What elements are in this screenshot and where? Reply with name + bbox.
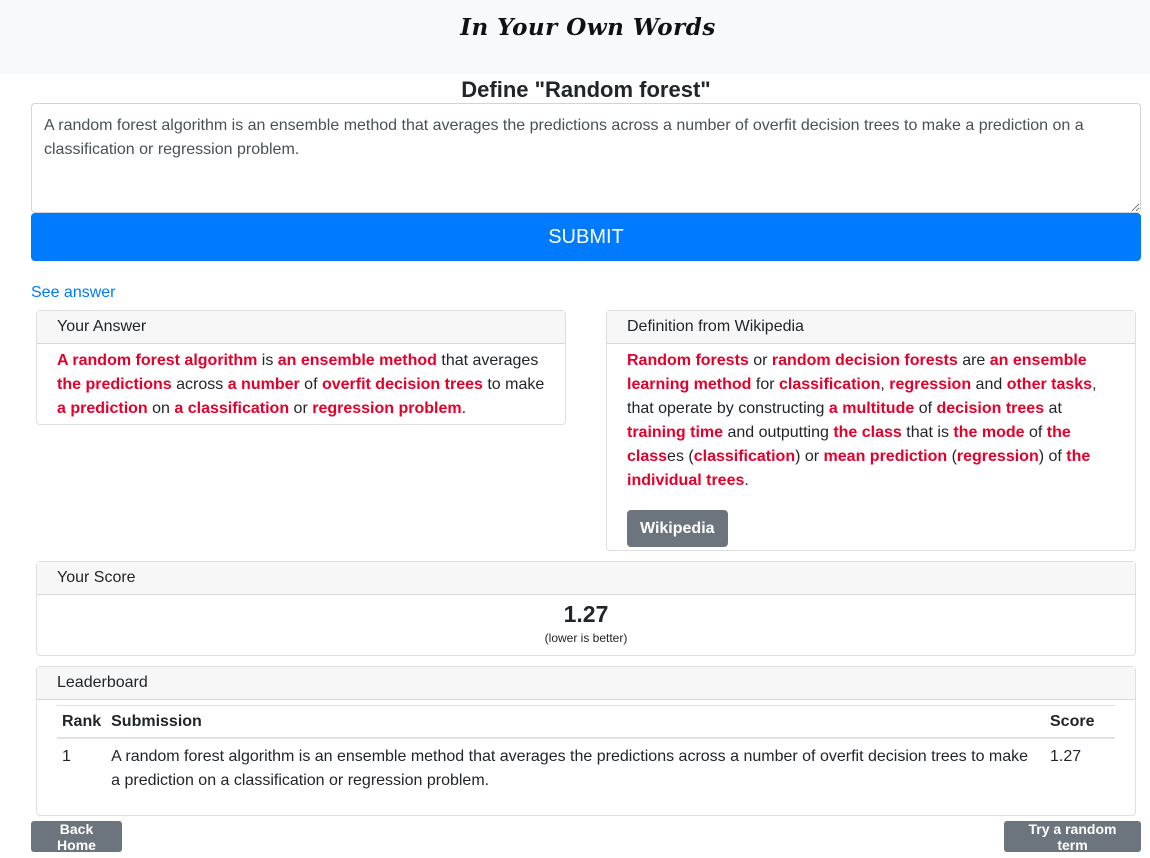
matched-phrase: mean prediction xyxy=(823,448,948,465)
score-card: Your Score 1.27 (lower is better) xyxy=(36,561,1136,656)
score-value: 1.27 xyxy=(563,601,609,627)
score-note: (lower is better) xyxy=(544,631,628,645)
plain-text: for xyxy=(751,376,780,393)
plain-text: ( xyxy=(947,448,957,465)
table-row: 1 A random forest algorithm is an ensemb… xyxy=(57,738,1115,799)
plain-text: or xyxy=(748,352,772,369)
matched-phrase: overfit decision trees xyxy=(321,376,483,393)
score-header: Your Score xyxy=(37,562,1135,595)
matched-phrase: the mode xyxy=(953,424,1025,441)
random-term-button[interactable]: Try a random term xyxy=(1004,821,1141,853)
row-score: 1.27 xyxy=(1050,748,1082,765)
plain-text: across xyxy=(171,376,228,393)
navbar: In Your Own Words xyxy=(0,0,1150,74)
see-answer-link[interactable]: See answer xyxy=(31,284,116,302)
definition-input[interactable]: A random forest algorithm is an ensemble… xyxy=(31,103,1141,213)
matched-phrase: an ensemble method xyxy=(277,352,437,369)
plain-text: of xyxy=(1024,424,1047,441)
column-header-score: Score xyxy=(1045,705,1115,739)
your-answer-card: Your Answer A random forest algorithm is… xyxy=(36,310,566,425)
matched-phrase: classification xyxy=(779,376,881,393)
matched-phrase: the predictions xyxy=(57,376,172,393)
plain-text: and outputting xyxy=(723,424,834,441)
leaderboard-card: Leaderboard Rank Submission Score 1 A ra… xyxy=(36,666,1136,816)
matched-phrase: decision trees xyxy=(936,400,1045,417)
plain-text: ) of xyxy=(1038,448,1067,465)
wikipedia-body: Random forests or random decision forest… xyxy=(607,344,1135,547)
plain-text: . xyxy=(461,400,467,417)
plain-text: or xyxy=(289,400,313,417)
matched-phrase: regression xyxy=(956,448,1039,465)
leaderboard-header-row: Rank Submission Score xyxy=(57,705,1115,739)
matched-phrase: a multitude xyxy=(828,400,915,417)
plain-text: . xyxy=(744,472,749,489)
plain-text: that averages xyxy=(436,352,539,369)
plain-text: on xyxy=(147,400,175,417)
plain-text: is xyxy=(257,352,278,369)
matched-phrase: regression problem xyxy=(312,400,462,417)
plain-text: es ( xyxy=(667,448,694,465)
matched-phrase: A random forest algorithm xyxy=(57,352,258,369)
plain-text: that is xyxy=(901,424,954,441)
back-home-button[interactable]: Back Home xyxy=(31,821,122,853)
page-title: Define "Random forest" xyxy=(461,77,711,102)
wikipedia-header: Definition from Wikipedia xyxy=(607,311,1135,344)
plain-text: ) or xyxy=(795,448,824,465)
matched-phrase: a classification xyxy=(174,400,290,417)
leaderboard-table: Rank Submission Score 1 A random forest … xyxy=(57,705,1115,799)
plain-text: and xyxy=(971,376,1007,393)
your-answer-header: Your Answer xyxy=(37,311,565,344)
row-submission: A random forest algorithm is an ensemble… xyxy=(111,748,1029,789)
plain-text: at xyxy=(1044,400,1062,417)
plain-text: of xyxy=(914,400,937,417)
submit-button[interactable]: SUBMIT xyxy=(31,213,1141,261)
leaderboard-header: Leaderboard xyxy=(37,667,1135,700)
column-header-submission: Submission xyxy=(106,705,1045,739)
matched-phrase: regression xyxy=(889,376,972,393)
matched-phrase: a prediction xyxy=(57,400,148,417)
matched-phrase: Random forests xyxy=(627,352,749,369)
wikipedia-definition-text: Random forests or random decision forest… xyxy=(627,349,1115,493)
your-answer-text: A random forest algorithm is an ensemble… xyxy=(37,344,565,421)
plain-text: of xyxy=(299,376,322,393)
matched-phrase: a number xyxy=(227,376,300,393)
column-header-rank: Rank xyxy=(57,705,107,739)
matched-phrase: classification xyxy=(693,448,796,465)
matched-phrase: the class xyxy=(833,424,902,441)
wikipedia-card: Definition from Wikipedia Random forests… xyxy=(606,310,1136,551)
wikipedia-button[interactable]: Wikipedia xyxy=(627,510,728,547)
plain-text: , xyxy=(880,376,890,393)
matched-phrase: random decision forests xyxy=(771,352,958,369)
plain-text: are xyxy=(957,352,990,369)
matched-phrase: other tasks xyxy=(1006,376,1093,393)
plain-text: to make xyxy=(482,376,545,393)
matched-phrase: training time xyxy=(627,424,724,441)
brand-title[interactable]: In Your Own Words xyxy=(0,14,1150,41)
row-rank: 1 xyxy=(62,748,71,765)
